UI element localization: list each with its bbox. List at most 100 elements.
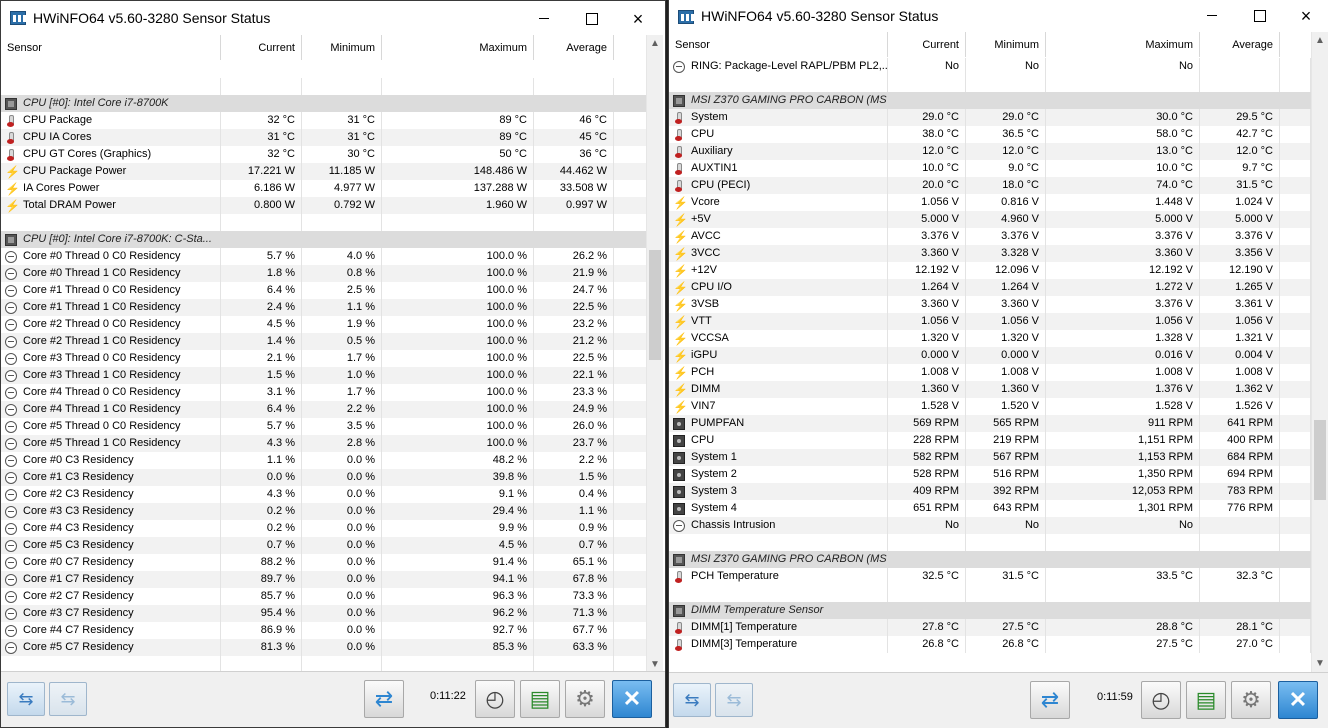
sensor-row[interactable]: Core #2 Thread 0 C0 Residency 4.5 % 1.9 % 1… [1, 316, 647, 333]
minimize-button[interactable] [521, 7, 567, 31]
sensor-row[interactable]: CPU 38.0 °C 36.5 °C 58.0 °C 42.7 °C [669, 126, 1311, 143]
minimize-button[interactable] [1189, 4, 1235, 28]
sensor-row[interactable]: ⚡ VCCSA 1.320 V 1.320 V 1.328 V 1.321 V [669, 330, 1311, 347]
column-header-sensor[interactable]: Sensor [1, 35, 221, 60]
column-header-average[interactable]: Average [1200, 32, 1280, 57]
sensor-row[interactable]: Core #4 C7 Residency 86.9 % 0.0 % 92.7 % 67.… [1, 622, 647, 639]
settings-button[interactable]: ⚙ [565, 680, 605, 718]
sensor-row[interactable]: Core #1 Thread 0 C0 Residency 6.4 % 2.5 % 1… [1, 282, 647, 299]
sensor-row[interactable]: Core #2 Thread 1 C0 Residency 1.4 % 0.5 % 1… [1, 333, 647, 350]
sensor-row[interactable]: Core #5 Thread 1 C0 Residency 4.3 % 2.8 % 1… [1, 435, 647, 452]
sensor-row[interactable]: CPU (PECI) 20.0 °C 18.0 °C 74.0 °C 31.5 °C [669, 177, 1311, 194]
logging-button[interactable]: ▤ [1186, 681, 1226, 719]
sensor-row[interactable]: DIMM[3] Temperature 26.8 °C 26.8 °C 27.5 °C… [669, 636, 1311, 653]
sensor-row[interactable]: ⚡ CPU I/O 1.264 V 1.264 V 1.272 V 1.265 V [669, 279, 1311, 296]
sensor-row[interactable]: Auxiliary 12.0 °C 12.0 °C 13.0 °C 12.0 °C [669, 143, 1311, 160]
sensor-row[interactable]: PUMPFAN 569 RPM 565 RPM 911 RPM 641 RPM [669, 415, 1311, 432]
reset-timer-button[interactable]: ◴ [1141, 681, 1181, 719]
sensor-row[interactable]: Core #3 Thread 1 C0 Residency 1.5 % 1.0 % 1… [1, 367, 647, 384]
sensor-row[interactable]: ⚡ CPU Package Power 17.221 W 11.185 W 148.48… [1, 163, 647, 180]
exit-button[interactable]: ✕ [1278, 681, 1318, 719]
sensor-row[interactable]: Core #0 C3 Residency 1.1 % 0.0 % 48.2 % 2.2 … [1, 452, 647, 469]
column-header-maximum[interactable]: Maximum [382, 35, 534, 60]
nav-prev-button[interactable]: ⇆ [673, 683, 711, 717]
sensor-row[interactable]: Core #1 C3 Residency 0.0 % 0.0 % 39.8 % 1.5 … [1, 469, 647, 486]
sensor-row[interactable]: System 4 651 RPM 643 RPM 1,301 RPM 776 RPM [669, 500, 1311, 517]
sensor-row[interactable]: Core #5 C7 Residency 81.3 % 0.0 % 85.3 % 63.… [1, 639, 647, 656]
vertical-scrollbar[interactable]: ▲ ▼ [1311, 32, 1328, 672]
sensor-row[interactable]: ⚡ AVCC 3.376 V 3.376 V 3.376 V 3.376 V [669, 228, 1311, 245]
sensor-row[interactable]: Core #3 Thread 0 C0 Residency 2.1 % 1.7 % 1… [1, 350, 647, 367]
nav-next-button[interactable]: ⇆ [715, 683, 753, 717]
sensor-row[interactable]: Core #2 C3 Residency 4.3 % 0.0 % 9.1 % 0.4 % [1, 486, 647, 503]
settings-button[interactable]: ⚙ [1231, 681, 1271, 719]
sensor-row[interactable]: Core #0 Thread 0 C0 Residency 5.7 % 4.0 % 1… [1, 248, 647, 265]
sensor-row[interactable]: Core #4 Thread 0 C0 Residency 3.1 % 1.7 % 1… [1, 384, 647, 401]
network-button[interactable]: ⇄ [364, 680, 404, 718]
exit-button[interactable]: ✕ [612, 680, 652, 718]
sensor-row[interactable]: CPU IA Cores 31 °C 31 °C 89 °C 45 °C [1, 129, 647, 146]
sensor-row[interactable]: ⚡ Vcore 1.056 V 0.816 V 1.448 V 1.024 V [669, 194, 1311, 211]
close-button[interactable]: × [615, 7, 661, 31]
scroll-up-icon[interactable]: ▲ [1312, 32, 1328, 49]
sensor-row[interactable]: PCH Temperature 32.5 °C 31.5 °C 33.5 °C 32.3… [669, 568, 1311, 585]
sensor-row[interactable]: System 2 528 RPM 516 RPM 1,350 RPM 694 RPM [669, 466, 1311, 483]
sensor-row[interactable]: Core #4 Thread 1 C0 Residency 6.4 % 2.2 % 1… [1, 401, 647, 418]
sensor-row[interactable]: AUXTIN1 10.0 °C 9.0 °C 10.0 °C 9.7 °C [669, 160, 1311, 177]
scroll-thumb[interactable] [1314, 420, 1326, 500]
title-bar[interactable]: HWiNFO64 v5.60-3280 Sensor Status × [1, 1, 665, 35]
maximize-button[interactable] [1236, 4, 1282, 28]
sensor-row[interactable]: RING: Package-Level RAPL/PBM PL2,... No No… [669, 58, 1311, 75]
sensor-row[interactable]: CPU 228 RPM 219 RPM 1,151 RPM 400 RPM [669, 432, 1311, 449]
sensor-group-header[interactable]: DIMM Temperature Sensor [669, 602, 1311, 619]
scroll-thumb[interactable] [649, 250, 661, 360]
sensor-row[interactable]: System 29.0 °C 29.0 °C 30.0 °C 29.5 °C [669, 109, 1311, 126]
sensor-row[interactable]: CPU GT Cores (Graphics) 32 °C 30 °C 50 °C 36… [1, 146, 647, 163]
column-header-minimum[interactable]: Minimum [966, 32, 1046, 57]
column-header-maximum[interactable]: Maximum [1046, 32, 1200, 57]
scroll-down-icon[interactable]: ▼ [1312, 655, 1328, 672]
sensor-row[interactable]: ⚡ DIMM 1.360 V 1.360 V 1.376 V 1.362 V [669, 381, 1311, 398]
column-header-minimum[interactable]: Minimum [302, 35, 382, 60]
sensor-row[interactable]: CPU Package 32 °C 31 °C 89 °C 46 °C [1, 112, 647, 129]
sensor-row[interactable]: Core #5 Thread 0 C0 Residency 5.7 % 3.5 % 1… [1, 418, 647, 435]
sensor-row[interactable]: Core #3 C7 Residency 95.4 % 0.0 % 96.2 % 71.… [1, 605, 647, 622]
sensor-row[interactable]: ⚡ VIN7 1.528 V 1.520 V 1.528 V 1.526 V [669, 398, 1311, 415]
reset-timer-button[interactable]: ◴ [475, 680, 515, 718]
sensor-row[interactable]: Core #2 C7 Residency 85.7 % 0.0 % 96.3 % 73.… [1, 588, 647, 605]
column-header-current[interactable]: Current [888, 32, 966, 57]
sensor-row[interactable]: Core #1 C7 Residency 89.7 % 0.0 % 94.1 % 67.… [1, 571, 647, 588]
sensor-row[interactable]: Core #5 C3 Residency 0.7 % 0.0 % 4.5 % 0.7 % [1, 537, 647, 554]
sensor-row[interactable]: DIMM[1] Temperature 27.8 °C 27.5 °C 28.8 °C… [669, 619, 1311, 636]
sensor-row[interactable]: ⚡ Total DRAM Power 0.800 W 0.792 W 1.960 W 0.… [1, 197, 647, 214]
vertical-scrollbar[interactable]: ▲ ▼ [646, 35, 663, 673]
sensor-group-header[interactable]: CPU [#0]: Intel Core i7-8700K [1, 95, 647, 112]
sensor-row[interactable]: Core #4 C3 Residency 0.2 % 0.0 % 9.9 % 0.9 % [1, 520, 647, 537]
sensor-row[interactable]: Core #0 C7 Residency 88.2 % 0.0 % 91.4 % 65.… [1, 554, 647, 571]
sensor-row[interactable]: System 1 582 RPM 567 RPM 1,153 RPM 684 RPM [669, 449, 1311, 466]
title-bar[interactable]: HWiNFO64 v5.60-3280 Sensor Status × [669, 0, 1328, 34]
network-button[interactable]: ⇄ [1030, 681, 1070, 719]
sensor-row[interactable]: System 3 409 RPM 392 RPM 12,053 RPM 783 RPM [669, 483, 1311, 500]
nav-prev-button[interactable]: ⇆ [7, 682, 45, 716]
sensor-row[interactable]: ⚡ PCH 1.008 V 1.008 V 1.008 V 1.008 V [669, 364, 1311, 381]
logging-button[interactable]: ▤ [520, 680, 560, 718]
sensor-row[interactable]: ⚡ iGPU 0.000 V 0.000 V 0.016 V 0.004 V [669, 347, 1311, 364]
nav-next-button[interactable]: ⇆ [49, 682, 87, 716]
sensor-row[interactable]: Core #0 Thread 1 C0 Residency 1.8 % 0.8 % 1… [1, 265, 647, 282]
sensor-row[interactable]: ⚡ 3VSB 3.360 V 3.360 V 3.376 V 3.361 V [669, 296, 1311, 313]
sensor-group-header[interactable]: MSI Z370 GAMING PRO CARBON (MS... [669, 551, 1311, 568]
close-button[interactable]: × [1283, 4, 1328, 28]
sensor-row[interactable]: ⚡ +5V 5.000 V 4.960 V 5.000 V 5.000 V [669, 211, 1311, 228]
column-header-average[interactable]: Average [534, 35, 614, 60]
sensor-row[interactable]: Core #1 Thread 1 C0 Residency 2.4 % 1.1 % 1… [1, 299, 647, 316]
column-header-sensor[interactable]: Sensor [669, 32, 888, 57]
sensor-group-header[interactable]: MSI Z370 GAMING PRO CARBON (MS... [669, 92, 1311, 109]
scroll-up-icon[interactable]: ▲ [647, 35, 663, 52]
sensor-group-header[interactable]: CPU [#0]: Intel Core i7-8700K: C-Sta... [1, 231, 647, 248]
sensor-row[interactable]: Chassis Intrusion No No No [669, 517, 1311, 534]
sensor-row[interactable]: ⚡ IA Cores Power 6.186 W 4.977 W 137.288 W 33… [1, 180, 647, 197]
sensor-row[interactable]: ⚡ VTT 1.056 V 1.056 V 1.056 V 1.056 V [669, 313, 1311, 330]
sensor-row[interactable]: ⚡ +12V 12.192 V 12.096 V 12.192 V 12.190 V [669, 262, 1311, 279]
maximize-button[interactable] [568, 7, 614, 31]
